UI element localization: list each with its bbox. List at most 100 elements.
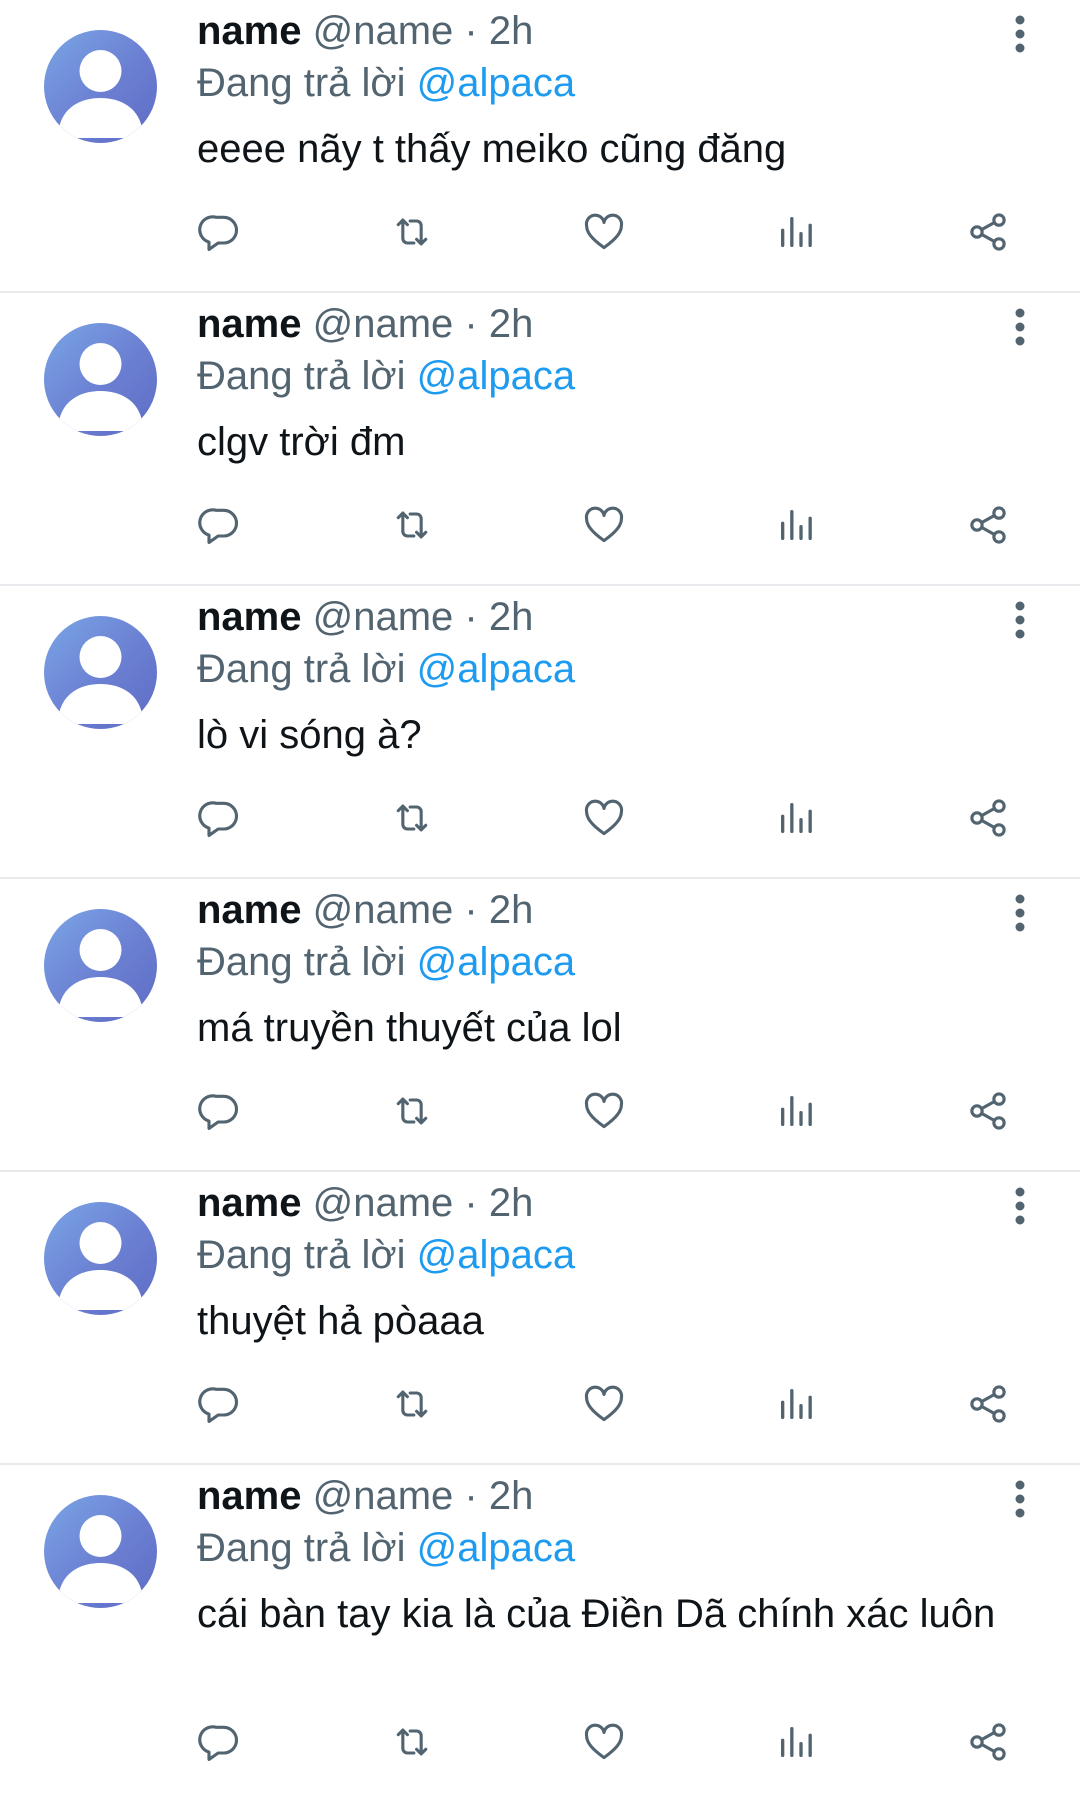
action-bar: [0, 498, 1080, 552]
separator-dot: ·: [464, 1181, 478, 1225]
retweet-icon: [396, 218, 428, 246]
reply-tweet[interactable]: name @name · 2h Đang trả lời @alpaca má …: [0, 879, 1080, 1172]
replying-to: Đang trả lời @alpaca: [197, 644, 575, 694]
separator-dot: ·: [464, 1474, 478, 1518]
tweet-header: name @name · 2h: [197, 1471, 533, 1521]
reply-button[interactable]: [193, 791, 247, 845]
replying-to-mention[interactable]: @alpaca: [417, 61, 575, 105]
reply-button[interactable]: [193, 205, 247, 259]
timestamp[interactable]: 2h: [489, 1474, 534, 1518]
timestamp[interactable]: 2h: [489, 888, 534, 932]
tweet-header: name @name · 2h: [197, 1178, 533, 1228]
views-button[interactable]: [769, 498, 823, 552]
reply-icon: [198, 215, 239, 251]
reply-tweet[interactable]: name @name · 2h Đang trả lời @alpaca clg…: [0, 293, 1080, 586]
reply-button[interactable]: [193, 1084, 247, 1138]
more-options-button[interactable]: [1000, 891, 1040, 935]
more-options-button[interactable]: [1000, 305, 1040, 349]
replying-to-mention[interactable]: @alpaca: [417, 354, 575, 398]
display-name[interactable]: name: [197, 9, 302, 53]
retweet-button[interactable]: [385, 791, 439, 845]
timestamp[interactable]: 2h: [489, 9, 534, 53]
reply-button[interactable]: [193, 1377, 247, 1431]
display-name[interactable]: name: [197, 1474, 302, 1518]
action-bar: [0, 1084, 1080, 1138]
reply-tweet[interactable]: name @name · 2h Đang trả lời @alpaca thu…: [0, 1172, 1080, 1465]
user-handle[interactable]: @name: [313, 9, 454, 53]
like-button[interactable]: [577, 1084, 631, 1138]
reply-tweet[interactable]: name @name · 2h Đang trả lời @alpaca cái…: [0, 1465, 1080, 1797]
user-handle[interactable]: @name: [313, 888, 454, 932]
tweet-header: name @name · 2h: [197, 299, 533, 349]
replying-to-label: Đang trả lời: [197, 354, 406, 398]
tweet-header: name @name · 2h: [197, 885, 533, 935]
share-icon: [970, 799, 1006, 837]
replying-to-mention[interactable]: @alpaca: [417, 940, 575, 984]
tweet-text: lò vi sóng à?: [197, 713, 422, 757]
user-handle[interactable]: @name: [313, 1181, 454, 1225]
replying-to-mention[interactable]: @alpaca: [417, 647, 575, 691]
like-button[interactable]: [577, 205, 631, 259]
display-name[interactable]: name: [197, 888, 302, 932]
views-bar-chart-icon: [781, 803, 812, 833]
avatar[interactable]: [44, 616, 157, 729]
views-button[interactable]: [769, 1715, 823, 1769]
display-name[interactable]: name: [197, 1181, 302, 1225]
user-handle[interactable]: @name: [313, 595, 454, 639]
like-button[interactable]: [577, 791, 631, 845]
like-button[interactable]: [577, 1377, 631, 1431]
share-button[interactable]: [961, 1377, 1015, 1431]
retweet-button[interactable]: [385, 1715, 439, 1769]
retweet-button[interactable]: [385, 1084, 439, 1138]
reply-tweet[interactable]: name @name · 2h Đang trả lời @alpaca eee…: [0, 0, 1080, 293]
share-button[interactable]: [961, 1084, 1015, 1138]
views-button[interactable]: [769, 1377, 823, 1431]
avatar[interactable]: [44, 1495, 157, 1608]
share-button[interactable]: [961, 1715, 1015, 1769]
retweet-button[interactable]: [385, 498, 439, 552]
avatar[interactable]: [44, 30, 157, 143]
share-button[interactable]: [961, 498, 1015, 552]
avatar[interactable]: [44, 909, 157, 1022]
timestamp[interactable]: 2h: [489, 595, 534, 639]
display-name[interactable]: name: [197, 302, 302, 346]
replying-to-mention[interactable]: @alpaca: [417, 1233, 575, 1277]
retweet-button[interactable]: [385, 1377, 439, 1431]
replying-to: Đang trả lời @alpaca: [197, 58, 575, 108]
views-bar-chart-icon: [781, 1389, 812, 1419]
views-button[interactable]: [769, 205, 823, 259]
user-handle[interactable]: @name: [313, 1474, 454, 1518]
reply-button[interactable]: [193, 1715, 247, 1769]
heart-icon: [584, 1385, 624, 1422]
tweet-text: má truyền thuyết của lol: [197, 1006, 622, 1050]
more-options-button[interactable]: [1000, 598, 1040, 642]
views-button[interactable]: [769, 1084, 823, 1138]
share-icon: [970, 1385, 1006, 1423]
avatar[interactable]: [44, 323, 157, 436]
timestamp[interactable]: 2h: [489, 302, 534, 346]
avatar[interactable]: [44, 1202, 157, 1315]
more-options-button[interactable]: [1000, 1184, 1040, 1228]
like-button[interactable]: [577, 1715, 631, 1769]
default-avatar-icon: [58, 50, 143, 138]
retweet-button[interactable]: [385, 205, 439, 259]
more-options-button[interactable]: [1000, 12, 1040, 56]
more-options-button[interactable]: [1000, 1477, 1040, 1521]
replying-to: Đang trả lời @alpaca: [197, 937, 575, 987]
replying-to-label: Đang trả lời: [197, 647, 406, 691]
timestamp[interactable]: 2h: [489, 1181, 534, 1225]
retweet-icon: [396, 1390, 428, 1418]
more-vertical-icon: [1015, 1187, 1025, 1225]
reply-button[interactable]: [193, 498, 247, 552]
display-name[interactable]: name: [197, 595, 302, 639]
user-handle[interactable]: @name: [313, 302, 454, 346]
reply-tweet[interactable]: name @name · 2h Đang trả lời @alpaca lò …: [0, 586, 1080, 879]
action-bar: [0, 205, 1080, 259]
like-button[interactable]: [577, 498, 631, 552]
separator-dot: ·: [464, 595, 478, 639]
views-button[interactable]: [769, 791, 823, 845]
share-button[interactable]: [961, 205, 1015, 259]
separator-dot: ·: [464, 888, 478, 932]
share-button[interactable]: [961, 791, 1015, 845]
replying-to-mention[interactable]: @alpaca: [417, 1526, 575, 1570]
